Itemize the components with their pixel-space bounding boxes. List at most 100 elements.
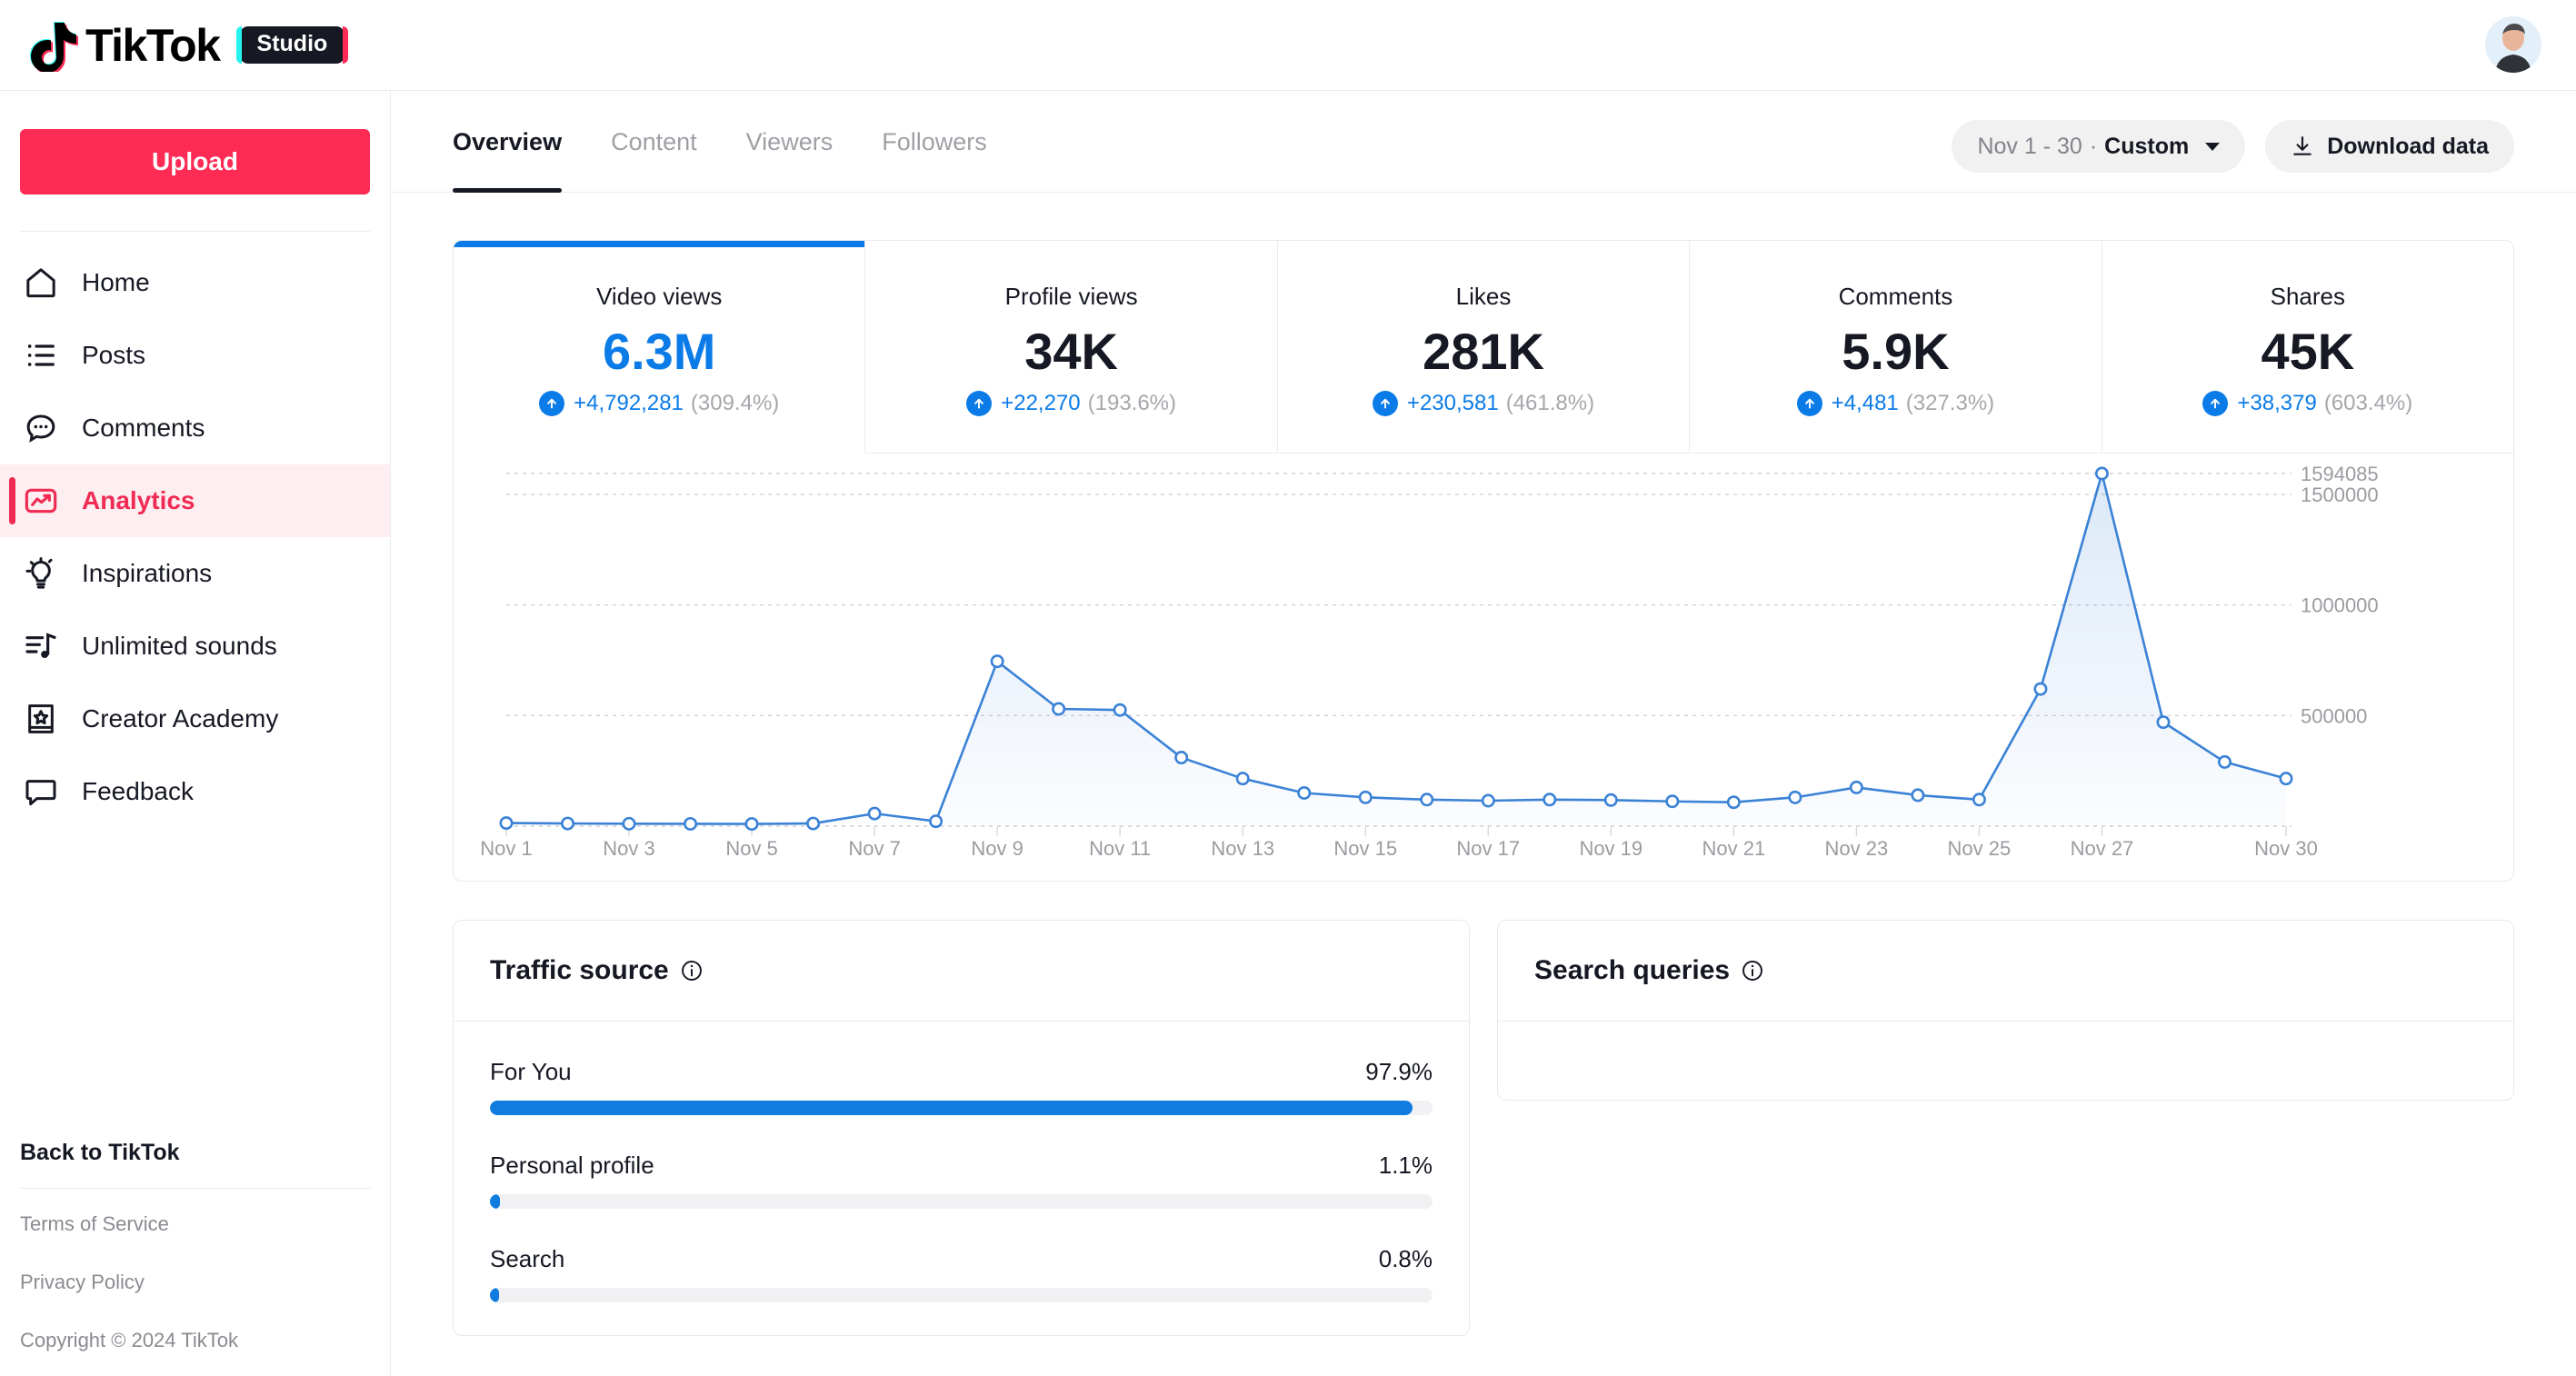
traffic-source-row: Search 0.8%	[490, 1245, 1433, 1302]
svg-text:1500000: 1500000	[2301, 483, 2379, 505]
chart-x-label: Nov 7	[848, 836, 901, 860]
chart-x-label: Nov 17	[1456, 836, 1521, 860]
traffic-source-row: Personal profile 1.1%	[490, 1152, 1433, 1209]
metric-value: 5.9K	[1842, 323, 1950, 380]
chart-x-label: Nov 3	[603, 836, 655, 860]
avatar[interactable]	[2485, 16, 2541, 73]
svg-text:1000000: 1000000	[2301, 593, 2379, 616]
chart-x-label: Nov 23	[1824, 836, 1889, 860]
metric-delta-percent: (193.6%)	[1087, 390, 1177, 415]
tab-followers[interactable]: Followers	[882, 91, 987, 193]
svg-text:500000: 500000	[2301, 704, 2367, 727]
metric-value: 45K	[2261, 323, 2355, 380]
metric-delta-value: +230,581	[1406, 390, 1499, 415]
sidebar-divider	[20, 231, 370, 232]
traffic-source-percent: 1.1%	[1378, 1151, 1433, 1179]
metric-card-video-views[interactable]: Video views 6.3M +4,792,281 (309.4%)	[454, 241, 866, 454]
chart-x-label: Nov 25	[1947, 836, 2012, 860]
analytics-chart-card: Video views 6.3M +4,792,281 (309.4%) Pro…	[453, 240, 2514, 882]
traffic-source-row-head: For You 97.9%	[490, 1058, 1433, 1086]
sidebar-item-home[interactable]: Home	[0, 246, 390, 319]
metric-value: 6.3M	[602, 323, 716, 380]
top-bar: TikTok Studio	[0, 0, 2576, 91]
search-queries-title: Search queries	[1534, 954, 1731, 985]
sidebar-item-unlimited-sounds[interactable]: Unlimited sounds	[0, 610, 390, 683]
metric-delta-value: +4,481	[1831, 390, 1899, 415]
traffic-source-fill	[490, 1100, 1413, 1115]
metric-label: Shares	[2270, 283, 2346, 310]
sidebar-item-label: Posts	[82, 341, 146, 369]
upload-button[interactable]: Upload	[20, 129, 370, 194]
metric-delta: +4,792,281 (309.4%)	[454, 390, 864, 416]
arrow-up-icon	[966, 390, 993, 416]
traffic-source-name: Search	[490, 1244, 565, 1272]
traffic-source-fill	[490, 1287, 499, 1302]
sidebar-footer: Back to TikTok Terms of Service Privacy …	[0, 1140, 391, 1376]
privacy-policy-link[interactable]: Privacy Policy	[20, 1271, 371, 1294]
metric-label: Profile views	[1004, 283, 1138, 310]
chart-x-label: Nov 9	[971, 836, 1023, 860]
download-data-button[interactable]: Download data	[2265, 120, 2514, 173]
sidebar-item-label: Inspirations	[82, 559, 213, 587]
metric-delta: +38,379 (603.4%)	[2102, 390, 2513, 416]
chevron-down-icon	[2205, 142, 2221, 151]
sidebar-item-posts[interactable]: Posts	[0, 319, 390, 392]
terms-of-service-link[interactable]: Terms of Service	[20, 1212, 371, 1236]
book-star-icon	[20, 698, 62, 740]
metric-delta-value: +4,792,281	[574, 390, 684, 415]
traffic-source-header: Traffic source	[454, 921, 1469, 1022]
sidebar-item-comments[interactable]: Comments	[0, 392, 390, 464]
tab-viewers[interactable]: Viewers	[746, 91, 834, 193]
metric-card-comments[interactable]: Comments 5.9K +4,481 (327.3%)	[1690, 241, 2102, 454]
feedback-bubble-icon	[20, 771, 62, 813]
traffic-source-row: For You 97.9%	[490, 1058, 1433, 1115]
search-queries-empty-body	[1498, 1022, 2513, 1100]
date-range-picker[interactable]: Nov 1 - 30 · Custom	[1952, 120, 2246, 173]
home-icon	[20, 262, 62, 304]
metric-value: 34K	[1024, 323, 1118, 380]
sidebar: Upload Home Posts Comments Analytics Ins…	[0, 91, 391, 1376]
metric-delta-percent: (327.3%)	[1905, 390, 1995, 415]
metric-card-profile-views[interactable]: Profile views 34K +22,270 (193.6%)	[865, 241, 1278, 454]
traffic-source-row-head: Personal profile 1.1%	[490, 1152, 1433, 1180]
traffic-source-name: For You	[490, 1057, 572, 1085]
metric-card-shares[interactable]: Shares 45K +38,379 (603.4%)	[2102, 241, 2513, 454]
sidebar-item-analytics[interactable]: Analytics	[0, 464, 390, 537]
traffic-source-percent: 97.9%	[1365, 1057, 1433, 1085]
back-to-tiktok-link[interactable]: Back to TikTok	[20, 1140, 371, 1166]
traffic-source-percent: 0.8%	[1378, 1244, 1433, 1272]
tiktok-wordmark: TikTok	[85, 19, 221, 71]
metric-delta: +230,581 (461.8%)	[1278, 390, 1689, 416]
comment-bubble-icon	[20, 407, 62, 449]
traffic-source-fill	[490, 1193, 501, 1209]
tabbar-actions: Nov 1 - 30 · Custom Download data	[1952, 120, 2514, 173]
sidebar-item-feedback[interactable]: Feedback	[0, 755, 390, 828]
bottom-panels: Traffic source For You 97.9% Personal pr…	[453, 919, 2514, 1336]
chart-plot-area: 15940851500000 1000000 500000	[499, 463, 2379, 836]
metric-delta-value: +38,379	[2237, 390, 2317, 415]
sidebar-item-label: Creator Academy	[82, 704, 279, 733]
chart-x-label: Nov 1	[480, 836, 533, 860]
date-range-value: Nov 1 - 30	[1977, 133, 2082, 159]
tab-content[interactable]: Content	[611, 91, 697, 193]
tiktok-studio-logo[interactable]: TikTok Studio	[27, 19, 349, 75]
traffic-source-title: Traffic source	[490, 954, 669, 985]
video-views-line-chart[interactable]: 1594085 1500000 1000000 500000 Nov 1 Nov 3 No…	[454, 454, 2513, 881]
metric-delta-value: +22,270	[1001, 390, 1081, 415]
sidebar-item-label: Unlimited sounds	[82, 632, 277, 660]
metric-delta: +22,270 (193.6%)	[865, 390, 1276, 416]
info-icon[interactable]	[1741, 959, 1764, 982]
copyright-text: Copyright © 2024 TikTok	[20, 1329, 238, 1351]
chart-x-label: Nov 19	[1579, 836, 1643, 860]
metric-label: Comments	[1838, 283, 1953, 310]
sidebar-item-inspirations[interactable]: Inspirations	[0, 537, 390, 610]
tab-overview[interactable]: Overview	[453, 91, 563, 193]
metric-delta-percent: (603.4%)	[2323, 390, 2413, 415]
studio-badge: Studio	[235, 26, 349, 64]
traffic-source-track	[490, 1100, 1433, 1115]
metric-label: Video views	[596, 283, 723, 310]
metric-card-likes[interactable]: Likes 281K +230,581 (461.8%)	[1277, 241, 1691, 454]
info-icon[interactable]	[680, 959, 704, 982]
analytics-tabbar: Overview Content Viewers Followers Nov 1…	[391, 91, 2576, 193]
sidebar-item-creator-academy[interactable]: Creator Academy	[0, 683, 390, 755]
